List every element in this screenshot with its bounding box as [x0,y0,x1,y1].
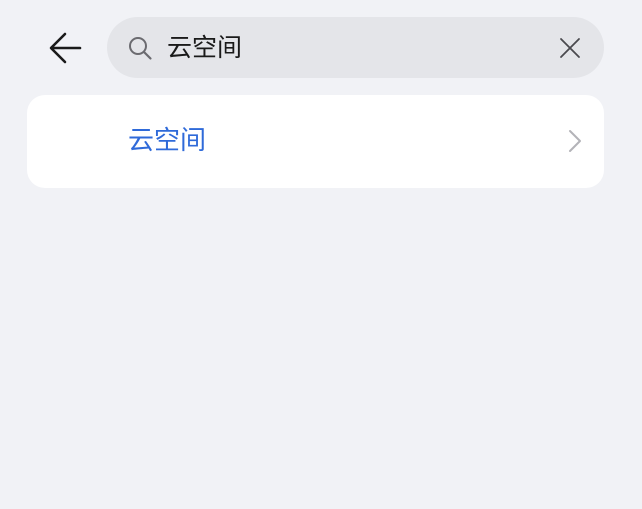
search-bar[interactable] [107,17,604,78]
close-icon[interactable] [558,36,582,60]
search-header [0,0,642,95]
back-button[interactable] [44,26,88,70]
search-icon [129,37,152,60]
search-result-item[interactable]: 云空间 [27,95,604,188]
back-arrow-icon [49,32,82,64]
chevron-right-icon [569,130,581,152]
search-input[interactable] [167,17,527,78]
search-result-label: 云空间 [128,126,207,156]
